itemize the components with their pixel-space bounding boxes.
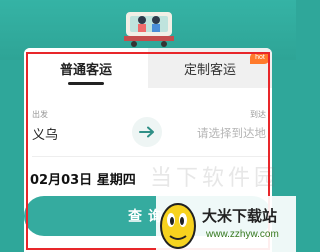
arrival-field[interactable]: 请选择到达地: [197, 125, 266, 141]
active-tab-indicator: [68, 82, 104, 85]
swap-button[interactable]: [132, 117, 162, 147]
site-logo: 大米下载站 www.zzhyw.com: [156, 196, 296, 252]
watermark: 当下软件园: [150, 166, 281, 191]
tab-custom-label: 定制客运: [183, 62, 236, 78]
hot-badge: hot: [250, 52, 270, 64]
logo-url: www.zzhyw.com: [206, 229, 279, 240]
tab-regular-label: 普通客运: [59, 62, 112, 78]
travel-illustration-icon: [124, 12, 174, 47]
arrow-right-icon: [139, 126, 154, 138]
ticket-type-tabs: 普通客运 定制客运 hot: [24, 48, 272, 88]
arrival-label: 到达: [250, 110, 266, 119]
egg-mascot-icon: [160, 203, 196, 249]
date-field[interactable]: 02月03日 星期四: [30, 169, 136, 188]
departure-field[interactable]: 义乌: [32, 124, 58, 143]
departure-label: 出发: [32, 110, 48, 119]
divider: [32, 156, 268, 157]
logo-title: 大米下载站: [202, 207, 278, 225]
